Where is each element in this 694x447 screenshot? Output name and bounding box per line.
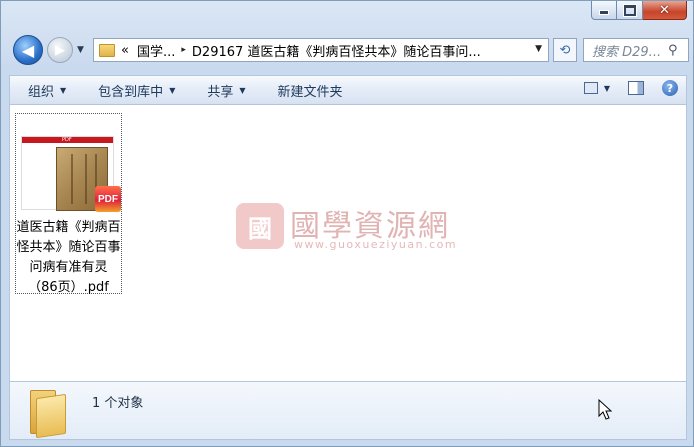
minimize-icon <box>599 10 609 15</box>
forward-arrow-icon: ▶ <box>55 42 65 58</box>
watermark: 國 國學資源網 www.guoxueziyuan.com <box>236 201 496 257</box>
folder-icon <box>28 386 68 439</box>
explorer-window: ✕ ◀ ▶ ▼ « 国学... ▸ D29167 道医古籍《判病百怪共本》随论百… <box>0 0 694 447</box>
recent-pages-dropdown[interactable]: ▼ <box>77 45 84 55</box>
close-icon: ✕ <box>659 2 670 18</box>
change-view-icon[interactable] <box>583 82 598 94</box>
pdf-file-icon: PDF <box>95 186 121 212</box>
maximize-button[interactable] <box>617 1 643 20</box>
toolbar-right: ▼ ? <box>583 80 678 96</box>
watermark-url: www.guoxueziyuan.com <box>294 238 458 251</box>
mouse-cursor-icon <box>598 398 613 420</box>
organize-menu[interactable]: 组织 ▼ <box>28 81 66 100</box>
book-line <box>85 154 87 204</box>
maximize-icon <box>623 4 636 16</box>
breadcrumb-item-guoxue[interactable]: 国学... <box>137 41 175 60</box>
back-button[interactable]: ◀ <box>13 35 43 65</box>
forward-button[interactable]: ▶ <box>47 37 73 63</box>
folder-icon <box>99 43 115 57</box>
details-pane: 1 个对象 <box>9 381 687 440</box>
new-folder-label: 新建文件夹 <box>277 84 343 100</box>
preview-pane-icon[interactable] <box>628 81 644 95</box>
include-in-library-menu[interactable]: 包含到库中 ▼ <box>98 81 175 100</box>
close-button[interactable]: ✕ <box>643 1 687 20</box>
file-list[interactable]: PDF PDF 道医古籍《判病百怪共本》随论百事问病有准有灵（86页）.pdf … <box>9 105 687 381</box>
caption-buttons: ✕ <box>591 1 687 20</box>
watermark-seal-icon: 國 <box>236 203 284 249</box>
search-icon: ⚲ <box>668 42 678 58</box>
refresh-icon: ⟲ <box>559 42 571 58</box>
chevron-down-icon: ▼ <box>60 85 67 95</box>
book-line <box>71 154 73 204</box>
file-name: 道医古籍《判病百怪共本》随论百事问病有准有灵（86页）.pdf <box>16 220 121 295</box>
minimize-button[interactable] <box>591 1 617 20</box>
share-label: 共享 <box>207 84 234 100</box>
thumbnail-header-label: PDF <box>62 137 72 143</box>
new-folder-button[interactable]: 新建文件夹 <box>278 81 343 100</box>
navigation-bar: ◀ ▶ ▼ « 国学... ▸ D29167 道医古籍《判病百怪共本》随论百事问… <box>9 34 689 66</box>
item-count: 1 个对象 <box>92 396 144 411</box>
chevron-down-icon: ▼ <box>239 85 246 95</box>
search-input[interactable]: 搜索 D29... ⚲ <box>583 38 689 62</box>
include-library-label: 包含到库中 <box>98 84 164 100</box>
view-options-chevron-icon[interactable]: ▼ <box>604 84 610 93</box>
file-item-pdf[interactable]: PDF PDF 道医古籍《判病百怪共本》随论百事问病有准有灵（86页）.pdf <box>15 113 122 295</box>
refresh-button[interactable]: ⟲ <box>553 38 577 62</box>
chevron-down-icon: ▼ <box>169 85 176 95</box>
back-arrow-icon: ◀ <box>21 40 35 60</box>
breadcrumb-separator[interactable]: ▸ <box>181 45 186 55</box>
folder-front <box>36 393 66 439</box>
address-overflow[interactable]: « <box>121 43 129 58</box>
address-dropdown-icon[interactable]: ▼ <box>535 44 542 54</box>
address-bar[interactable]: « 国学... ▸ D29167 道医古籍《判病百怪共本》随论百事问... ▼ <box>93 38 549 62</box>
organize-label: 组织 <box>28 84 55 100</box>
command-bar: 组织 ▼ 包含到库中 ▼ 共享 ▼ 新建文件夹 ▼ ? <box>9 75 687 105</box>
help-icon[interactable]: ? <box>662 80 678 96</box>
search-placeholder: 搜索 D29... <box>592 44 662 60</box>
share-menu[interactable]: 共享 ▼ <box>207 81 245 100</box>
breadcrumb-item-current[interactable]: D29167 道医古籍《判病百怪共本》随论百事问... <box>192 41 481 60</box>
